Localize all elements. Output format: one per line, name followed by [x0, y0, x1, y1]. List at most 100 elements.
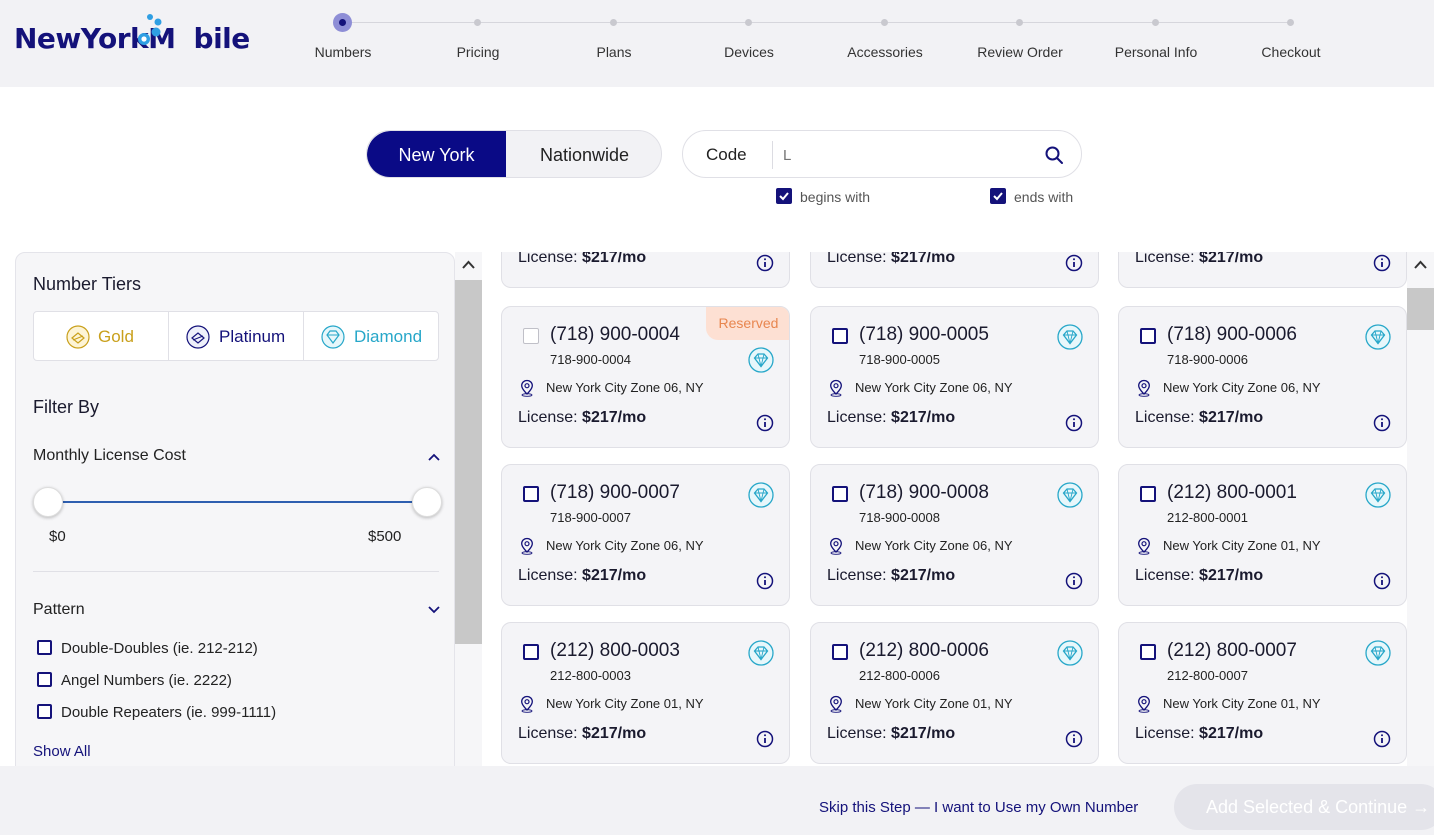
phone-number: (718) 900-0007 [550, 482, 680, 503]
checkbox-unchecked[interactable] [37, 672, 52, 687]
sidebar-scrollbar[interactable] [455, 252, 482, 772]
number-card[interactable]: (212) 800-0003 212-800-0003 New York Cit… [501, 622, 790, 764]
license-price: License: $217/mo [827, 567, 955, 585]
number-card-partial[interactable]: License: $217/mo [810, 252, 1099, 288]
license-prefix: License: [827, 725, 892, 742]
scroll-up-arrow-icon[interactable] [462, 260, 475, 269]
info-icon[interactable] [1065, 572, 1083, 590]
scrollbar-thumb[interactable] [455, 280, 482, 644]
step-dot [1152, 19, 1159, 26]
step-devices[interactable]: Devices [681, 0, 817, 87]
license-value: $217/mo [582, 409, 647, 426]
show-all-link[interactable]: Show All [33, 743, 91, 760]
tier-platinum[interactable]: Platinum [169, 312, 303, 360]
diamond-icon [748, 347, 774, 373]
location-text: New York City Zone 01, NY [855, 696, 1013, 711]
cost-slider-max-handle[interactable] [412, 487, 442, 517]
select-checkbox[interactable] [1140, 328, 1156, 344]
logo-dots-icon [138, 14, 162, 45]
location-pin-icon [521, 379, 533, 397]
tier-diamond[interactable]: Diamond [304, 312, 440, 360]
step-plans[interactable]: Plans [546, 0, 682, 87]
add-selected-continue-button[interactable]: Add Selected & Continue → [1174, 784, 1434, 830]
scroll-up-arrow-icon[interactable] [1414, 260, 1427, 269]
license-prefix: License: [1135, 252, 1200, 266]
results-scrollbar[interactable] [1407, 252, 1434, 772]
number-card[interactable]: (212) 800-0006 212-800-0006 New York Cit… [810, 622, 1099, 764]
info-icon[interactable] [1065, 254, 1083, 272]
logo[interactable]: NewYorkM bile [14, 14, 251, 55]
scrollbar-thumb[interactable] [1407, 288, 1434, 330]
number-card[interactable]: (718) 900-0006 718-900-0006 New York Cit… [1118, 306, 1407, 448]
footer-bar: Skip this Step — I want to Use my Own Nu… [0, 766, 1434, 835]
step-checkout[interactable]: Checkout [1223, 0, 1359, 87]
info-icon[interactable] [1065, 414, 1083, 432]
step-label: Numbers [314, 44, 372, 60]
code-search-box: Code [682, 130, 1082, 178]
monthly-cost-label: Monthly License Cost [33, 447, 186, 464]
number-card[interactable]: (718) 900-0004 718-900-0004 Reserved New… [501, 306, 790, 448]
license-value: $217/mo [582, 567, 647, 584]
step-numbers[interactable]: Numbers [275, 0, 411, 87]
step-personal-info[interactable]: Personal Info [1088, 0, 1224, 87]
step-dot [610, 19, 617, 26]
select-checkbox[interactable] [523, 486, 539, 502]
cost-slider-track[interactable] [48, 501, 428, 503]
info-icon[interactable] [756, 254, 774, 272]
phone-number: (718) 900-0005 [859, 324, 989, 345]
step-accessories[interactable]: Accessories [817, 0, 953, 87]
info-icon[interactable] [1373, 730, 1391, 748]
skip-step-link[interactable]: Skip this Step — I want to Use my Own Nu… [819, 799, 1138, 816]
info-icon[interactable] [756, 730, 774, 748]
select-checkbox[interactable] [832, 328, 848, 344]
checkbox-unchecked[interactable] [37, 640, 52, 655]
number-card[interactable]: (212) 800-0007 212-800-0007 New York Cit… [1118, 622, 1407, 764]
pattern-option-label: Double-Doubles (ie. 212-212) [61, 640, 258, 657]
code-separator [772, 141, 773, 169]
search-icon[interactable] [1044, 145, 1064, 165]
info-icon[interactable] [756, 414, 774, 432]
chevron-up-icon[interactable] [428, 453, 440, 461]
phone-number-plain: 718-900-0004 [550, 352, 631, 367]
step-pricing[interactable]: Pricing [410, 0, 546, 87]
step-label: Devices [724, 44, 774, 60]
chevron-down-icon[interactable] [428, 606, 440, 614]
phone-number-plain: 718-900-0005 [859, 352, 940, 367]
code-search-input[interactable] [783, 141, 1033, 169]
number-card-partial[interactable]: License: $217/mo [501, 252, 790, 288]
license-prefix: License: [1135, 725, 1200, 742]
number-card[interactable]: (212) 800-0001 212-800-0001 New York Cit… [1118, 464, 1407, 606]
number-card[interactable]: (718) 900-0008 718-900-0008 New York Cit… [810, 464, 1099, 606]
region-option-nationwide[interactable]: Nationwide [506, 131, 661, 177]
info-icon[interactable] [1373, 414, 1391, 432]
info-icon[interactable] [756, 572, 774, 590]
checkbox-unchecked[interactable] [37, 704, 52, 719]
license-prefix: License: [518, 409, 583, 426]
location-text: New York City Zone 06, NY [855, 538, 1013, 553]
cost-slider-min-handle[interactable] [33, 487, 63, 517]
diamond-icon [1365, 324, 1391, 350]
range-min-label: $0 [49, 528, 66, 545]
number-card-partial[interactable]: License: $217/mo [1118, 252, 1407, 288]
select-checkbox[interactable] [832, 486, 848, 502]
info-icon[interactable] [1373, 254, 1391, 272]
select-checkbox[interactable] [1140, 486, 1156, 502]
license-value: $217/mo [891, 567, 956, 584]
select-checkbox[interactable] [523, 644, 539, 660]
logo-text-end: bile [193, 22, 251, 55]
license-price: License: $217/mo [1135, 725, 1263, 743]
step-review-order[interactable]: Review Order [952, 0, 1088, 87]
tier-gold[interactable]: Gold [34, 312, 168, 360]
license-prefix: License: [518, 567, 583, 584]
region-option-new-york[interactable]: New York [367, 131, 506, 177]
info-icon[interactable] [1373, 572, 1391, 590]
number-card[interactable]: (718) 900-0005 718-900-0005 New York Cit… [810, 306, 1099, 448]
info-icon[interactable] [1065, 730, 1083, 748]
select-checkbox[interactable] [832, 644, 848, 660]
select-checkbox[interactable] [1140, 644, 1156, 660]
diamond-icon [748, 640, 774, 666]
phone-number-plain: 718-900-0008 [859, 510, 940, 525]
phone-number: (212) 800-0007 [1167, 640, 1297, 661]
number-card[interactable]: (718) 900-0007 718-900-0007 New York Cit… [501, 464, 790, 606]
select-checkbox [523, 328, 539, 344]
